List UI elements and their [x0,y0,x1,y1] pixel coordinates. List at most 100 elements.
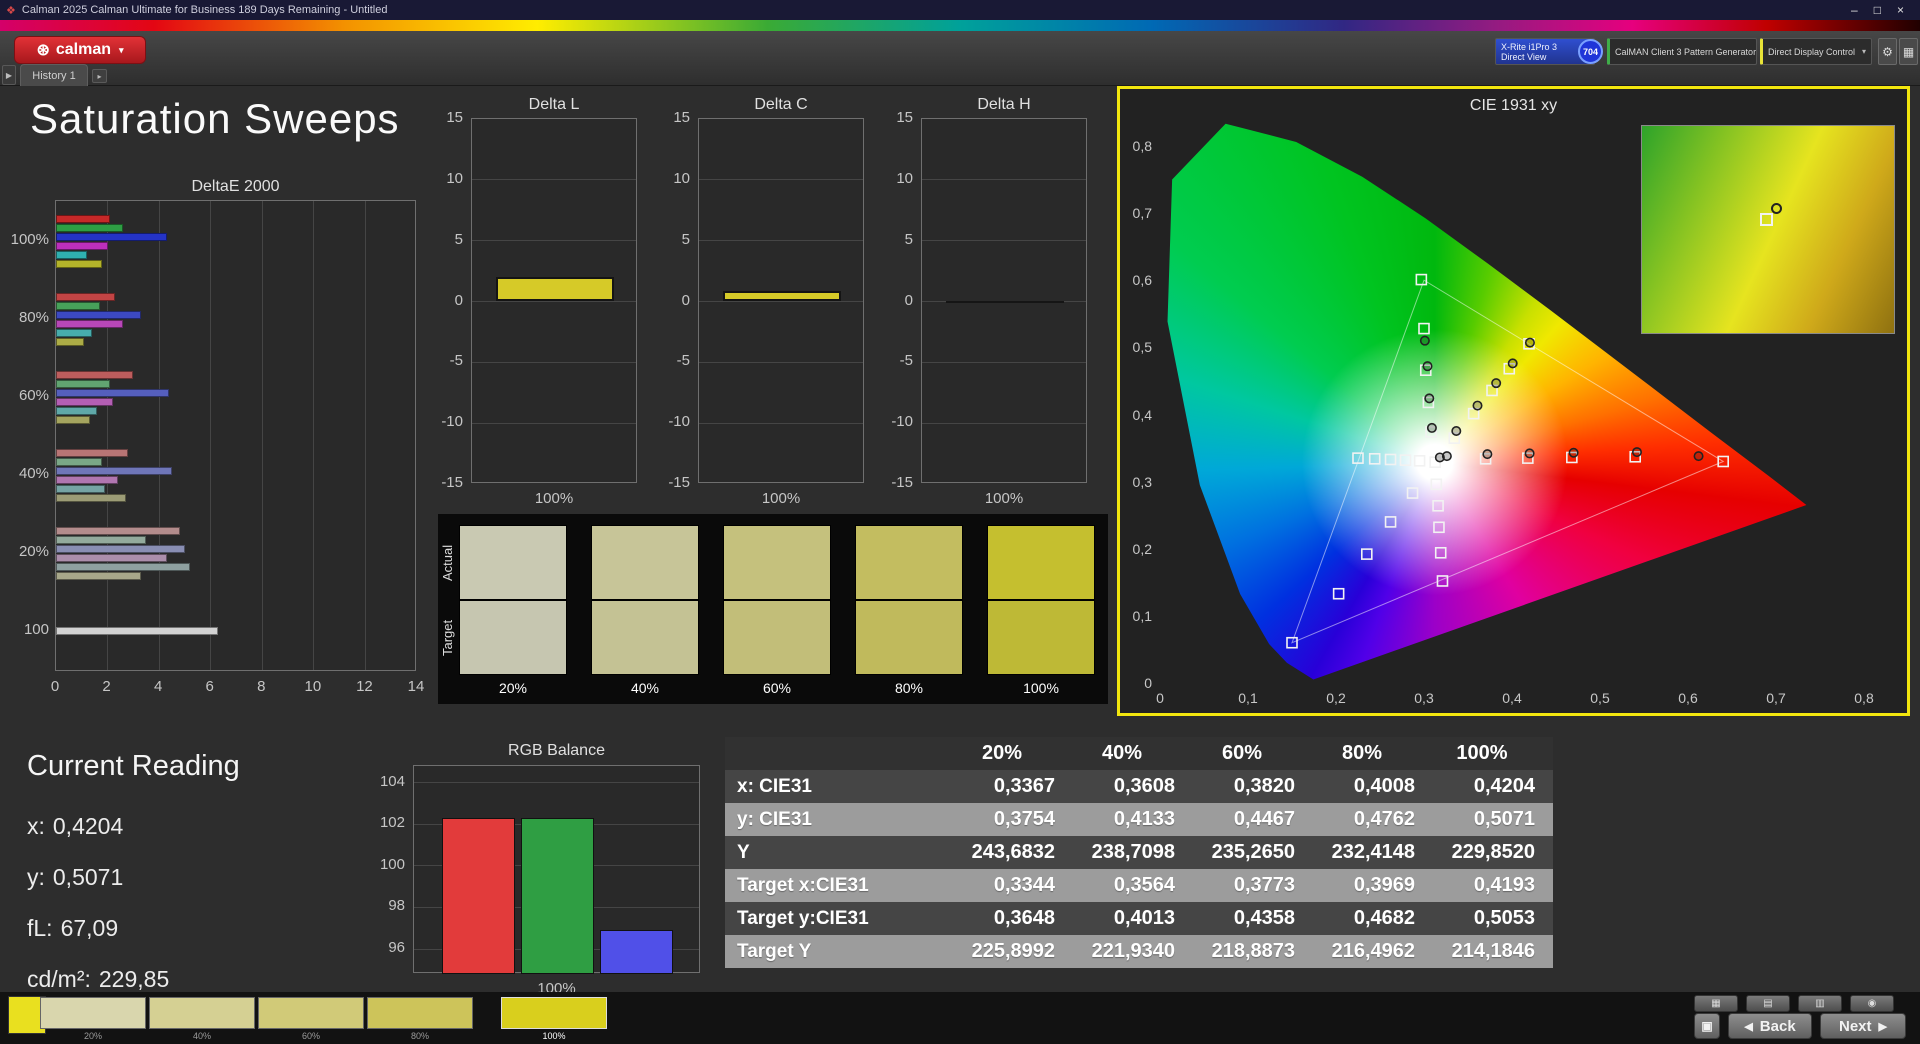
table-cell: 0,3969 [1309,874,1429,897]
table-cell: 0,3344 [949,874,1069,897]
next-button[interactable]: Next▶ [1820,1013,1906,1039]
settings-gear-button[interactable]: ⚙ [1878,38,1897,65]
delta-bar [723,291,841,302]
reading-label: x: [27,813,45,839]
x-axis-label: 100% [471,491,637,507]
report-button[interactable]: ▥ [1798,995,1842,1012]
gridline [699,362,863,363]
minimize-button[interactable]: – [1851,3,1858,17]
x-axis-label: 100% [921,491,1087,507]
stop-button[interactable]: ▣ [1694,1013,1720,1039]
display-control-select[interactable]: Direct Display Control ▾ [1760,38,1872,65]
gridline [472,423,636,424]
x-axis-tick: 0,7 [1756,690,1796,706]
meter-status-badge[interactable]: 704 [1578,39,1603,64]
maximize-button[interactable]: □ [1874,3,1881,17]
x-axis-tick: 0,4 [1492,690,1532,706]
pattern-generator-select[interactable]: CalMAN Client 3 Pattern Generator ▾ [1607,38,1757,65]
section-title: Current Reading [27,750,367,783]
column-header: 60% [1189,742,1309,765]
y-axis-tick: -5 [437,353,463,369]
y-axis-tick: -10 [664,414,690,430]
stop-icon: ▣ [1701,1019,1712,1033]
table-cell: 214,1846 [1429,940,1549,963]
table-cell: 0,5053 [1429,907,1549,930]
y-axis-tick: 0,1 [1122,608,1152,624]
gridline [922,362,1086,363]
reading-value: 67,09 [61,915,119,941]
y-axis-tick: 10 [887,171,913,187]
toolbar: ▶ ⊛ calman ▾ History 1 ▸ X-Rite i1Pro 3 … [0,31,1920,86]
gridline [159,201,160,670]
deltae-bar [56,338,84,346]
calman-menu-button[interactable]: ⊛ calman ▾ [14,36,146,64]
patch-swatch-2[interactable] [258,997,364,1029]
table-row: Y243,6832238,7098235,2650232,4148229,852… [725,836,1553,869]
deltae-bar [56,494,126,502]
y-axis-tick: 0,8 [1122,138,1152,154]
rgb-bar-green [521,818,594,974]
reading-value: 0,5071 [53,864,123,890]
y-axis-tick: 0,2 [1122,541,1152,557]
chevron-down-icon: ▾ [1862,47,1866,56]
deltae-bar [56,563,190,571]
deltae-bar [56,380,110,388]
x-axis-tick: 0,2 [1316,690,1356,706]
display-control-name: Direct Display Control [1768,47,1855,57]
patch-label: 100% [501,1031,607,1041]
tab-scroll-button[interactable]: ▸ [92,69,107,83]
calman-logo-text: calman [56,41,111,59]
tab-history-1[interactable]: History 1 [20,64,88,86]
deltae-bar [56,320,123,328]
gridline [365,201,366,670]
y-axis-tick: -10 [887,414,913,430]
table-cell: 0,3564 [1069,874,1189,897]
patch-swatch-0[interactable] [40,997,146,1029]
reading-y: y:0,5071 [27,864,367,891]
table-row: Target y:CIE310,36480,40130,43580,46820,… [725,902,1553,935]
row-label: Y [725,842,949,864]
meter-name: X-Rite i1Pro 3 [1501,42,1557,52]
row-label: Target Y [725,941,949,963]
y-axis-tick: 0 [1122,675,1152,691]
table-cell: 0,5071 [1429,808,1549,831]
y-axis-tick: -15 [887,475,913,491]
display-button[interactable]: ▦ [1694,995,1738,1012]
x-axis-tick: 0 [1140,690,1180,706]
table-cell: 0,4193 [1429,874,1549,897]
app-window: ❖ Calman 2025 Calman Ultimate for Busine… [0,0,1920,1044]
gridline [472,362,636,363]
x-axis-label: 100% [698,491,864,507]
table-cell: 0,4762 [1309,808,1429,831]
layout-button[interactable]: ▤ [1746,995,1790,1012]
deltae-bar [56,476,118,484]
back-button[interactable]: ◀Back [1728,1013,1812,1039]
page-title: Saturation Sweeps [30,95,400,143]
x-axis-tick: 0,3 [1404,690,1444,706]
measurement-table: 20%40%60%80%100%x: CIE310,33670,36080,38… [725,737,1553,968]
deltae-bar [56,251,87,259]
capture-button[interactable]: ◉ [1850,995,1894,1012]
column-header: 40% [1069,742,1189,765]
rgb-bar-blue [600,930,673,974]
collapse-panel-button[interactable]: ▶ [2,65,16,85]
patch-swatch-1[interactable] [149,997,255,1029]
close-button[interactable]: × [1897,3,1904,17]
target-color-swatch [855,600,963,675]
table-row: Target x:CIE310,33440,35640,37730,39690,… [725,869,1553,902]
reading-label: cd/m²: [27,966,91,992]
x-axis-tick: 0 [40,679,70,695]
delta-h-chart: Delta H151050-5-10-15100% [887,96,1097,506]
display-settings-button[interactable]: ▦ [1899,38,1918,65]
table-cell: 243,6832 [949,841,1069,864]
deltae-bar [56,389,169,397]
x-axis-tick: 12 [349,679,379,695]
patch-swatch-3[interactable] [367,997,473,1029]
chart-title: Delta C [698,96,864,114]
y-axis-tick: 96 [370,940,405,956]
patch-swatch-4[interactable] [501,997,607,1029]
y-axis-tick: 0 [664,293,690,309]
x-axis-tick: 14 [401,679,431,695]
delta-l-chart: Delta L151050-5-10-15100% [437,96,647,506]
row-label: Target x:CIE31 [725,875,949,897]
